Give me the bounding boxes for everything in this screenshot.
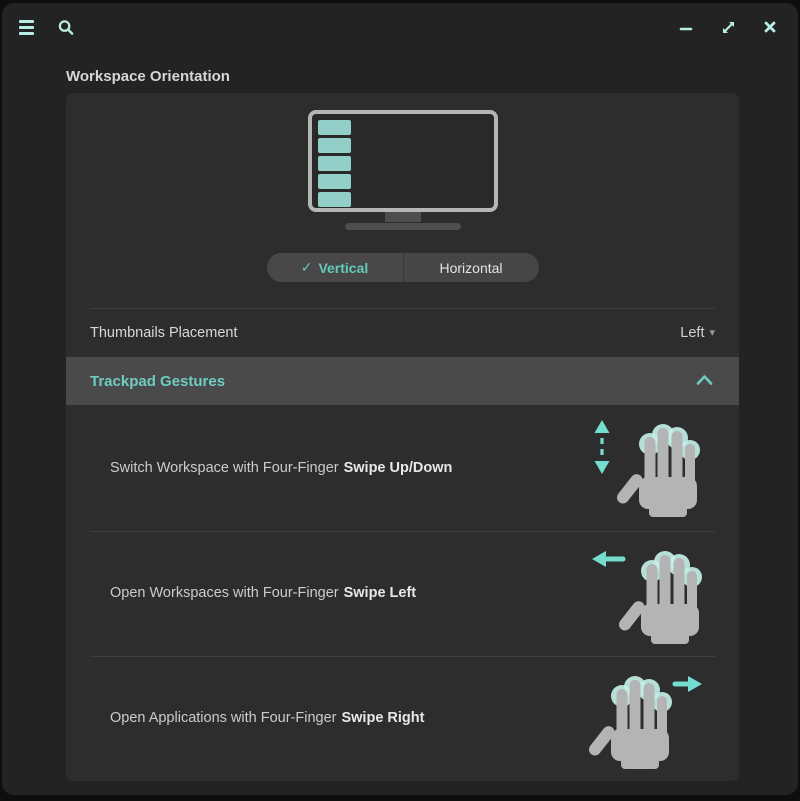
caret-down-icon: ▾ <box>709 326 715 339</box>
gesture-label-text: Switch Workspace with Four-Finger <box>110 460 339 476</box>
orientation-option-label: Horizontal <box>439 260 502 276</box>
monitor-stand-neck <box>385 212 421 222</box>
minimize-icon[interactable] <box>678 19 694 35</box>
settings-card: ✓ Vertical Horizontal Thumbnails Placeme… <box>66 93 739 781</box>
check-icon: ✓ <box>301 259 313 276</box>
gesture-label: Switch Workspace with Four-Finger Swipe U… <box>110 460 452 476</box>
trackpad-gestures-header[interactable]: Trackpad Gestures <box>66 357 739 405</box>
chevron-up-icon[interactable] <box>696 372 713 390</box>
workspace-thumbnails-graphic <box>318 120 351 207</box>
gesture-label-bold: Swipe Left <box>344 585 417 601</box>
monitor-stand-base <box>345 223 461 230</box>
gesture-row-swipe-up-down: Switch Workspace with Four-Finger Swipe U… <box>66 405 739 530</box>
divider <box>90 531 715 532</box>
gesture-label-bold: Swipe Up/Down <box>344 460 453 476</box>
four-finger-swipe-left-icon <box>587 542 705 644</box>
maximize-icon[interactable] <box>720 19 736 35</box>
monitor-graphic <box>308 110 498 212</box>
gesture-label: Open Applications with Four-Finger Swipe … <box>110 710 424 726</box>
orientation-illustration <box>66 110 739 230</box>
orientation-option-label: Vertical <box>318 260 368 276</box>
gesture-list: Switch Workspace with Four-Finger Swipe U… <box>66 405 739 781</box>
close-icon[interactable] <box>762 19 778 35</box>
search-icon[interactable] <box>58 19 74 35</box>
gesture-row-swipe-right: Open Applications with Four-Finger Swipe … <box>66 655 739 780</box>
orientation-toggle: ✓ Vertical Horizontal <box>267 253 539 282</box>
settings-window: Workspace Orientation ✓ Vertical Horizon… <box>2 3 798 795</box>
menu-icon[interactable] <box>18 19 34 35</box>
thumbnails-placement-dropdown[interactable]: Left ▾ <box>680 325 715 341</box>
gesture-row-swipe-left: Open Workspaces with Four-Finger Swipe Le… <box>66 530 739 655</box>
trackpad-gestures-label: Trackpad Gestures <box>90 373 225 390</box>
gesture-label-text: Open Workspaces with Four-Finger <box>110 585 339 601</box>
four-finger-swipe-right-icon <box>587 667 705 769</box>
gesture-label: Open Workspaces with Four-Finger Swipe Le… <box>110 585 416 601</box>
gesture-label-text: Open Applications with Four-Finger <box>110 710 336 726</box>
orientation-option-horizontal[interactable]: Horizontal <box>403 253 539 282</box>
thumbnails-placement-value: Left <box>680 325 704 341</box>
orientation-option-vertical[interactable]: ✓ Vertical <box>267 253 403 282</box>
divider <box>90 656 715 657</box>
page-title: Workspace Orientation <box>66 68 230 85</box>
gesture-label-bold: Swipe Right <box>341 710 424 726</box>
thumbnails-placement-label: Thumbnails Placement <box>90 325 238 341</box>
thumbnails-placement-row: Thumbnails Placement Left ▾ <box>90 309 715 356</box>
four-finger-swipe-up-down-icon <box>587 417 705 519</box>
menu-bars <box>19 20 34 35</box>
headerbar <box>2 3 798 51</box>
